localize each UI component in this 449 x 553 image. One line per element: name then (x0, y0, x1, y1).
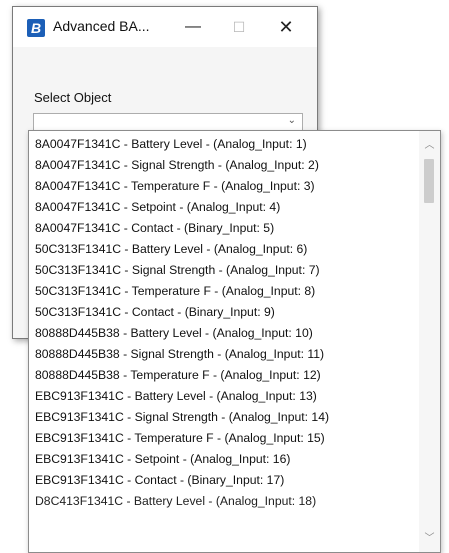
list-item[interactable]: D8C413F1341C - Battery Level - (Analog_I… (29, 491, 417, 512)
list-item[interactable]: EBC913F1341C - Signal Strength - (Analog… (29, 407, 417, 428)
dropdown-list-popup: 8A0047F1341C - Battery Level - (Analog_I… (28, 130, 441, 553)
list-item[interactable]: 50C313F1341C - Contact - (Binary_Input: … (29, 302, 417, 323)
dropdown-list: 8A0047F1341C - Battery Level - (Analog_I… (29, 134, 417, 512)
list-item[interactable]: EBC913F1341C - Battery Level - (Analog_I… (29, 386, 417, 407)
list-item[interactable]: EBC913F1341C - Temperature F - (Analog_I… (29, 428, 417, 449)
title-bar[interactable]: B Advanced BA... — ☐ ✕ (13, 7, 317, 47)
list-item[interactable]: 8A0047F1341C - Temperature F - (Analog_I… (29, 176, 417, 197)
scroll-up-icon[interactable]: ︿ (419, 137, 440, 155)
list-item[interactable]: 80888D445B38 - Battery Level - (Analog_I… (29, 323, 417, 344)
list-item[interactable]: EBC913F1341C - Contact - (Binary_Input: … (29, 470, 417, 491)
list-item[interactable]: 8A0047F1341C - Signal Strength - (Analog… (29, 155, 417, 176)
select-object-label: Select Object (34, 90, 112, 105)
list-item[interactable]: 8A0047F1341C - Contact - (Binary_Input: … (29, 218, 417, 239)
app-logo-icon: B (27, 19, 45, 37)
list-item[interactable]: 80888D445B38 - Temperature F - (Analog_I… (29, 365, 417, 386)
window-title: Advanced BA... (53, 18, 150, 34)
list-item[interactable]: 50C313F1341C - Temperature F - (Analog_I… (29, 281, 417, 302)
scroll-thumb[interactable] (424, 159, 434, 203)
list-item[interactable]: 50C313F1341C - Battery Level - (Analog_I… (29, 239, 417, 260)
list-item[interactable]: 8A0047F1341C - Setpoint - (Analog_Input:… (29, 197, 417, 218)
chevron-down-icon[interactable]: ⌄ (288, 115, 296, 126)
list-item[interactable]: 8A0047F1341C - Battery Level - (Analog_I… (29, 134, 417, 155)
maximize-button[interactable]: ☐ (216, 7, 262, 47)
minimize-button[interactable]: — (170, 7, 216, 47)
list-item[interactable]: 50C313F1341C - Signal Strength - (Analog… (29, 260, 417, 281)
close-button[interactable]: ✕ (263, 7, 309, 47)
scroll-down-icon[interactable]: ﹀ (419, 530, 440, 548)
list-item[interactable]: EBC913F1341C - Setpoint - (Analog_Input:… (29, 449, 417, 470)
vertical-scrollbar[interactable]: ︿ ﹀ (419, 131, 440, 552)
list-item[interactable]: 80888D445B38 - Signal Strength - (Analog… (29, 344, 417, 365)
